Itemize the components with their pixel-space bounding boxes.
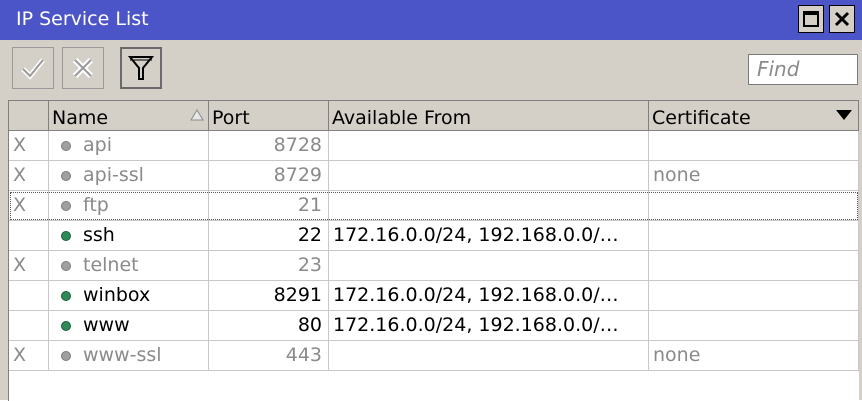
flag-cell: X xyxy=(9,161,49,191)
flag-cell: X xyxy=(9,191,49,221)
name-cell: www xyxy=(49,311,209,341)
available-from-cell xyxy=(329,131,649,161)
chevron-down-icon[interactable] xyxy=(836,110,852,120)
flag-cell: X xyxy=(9,341,49,371)
close-icon xyxy=(834,11,850,27)
port-cell: 443 xyxy=(209,341,329,371)
available-from-cell xyxy=(329,251,649,281)
maximize-icon xyxy=(803,11,819,27)
available-from-cell: 172.16.0.0/24, 192.168.0.0/… xyxy=(329,281,649,311)
enable-button[interactable] xyxy=(12,47,54,89)
service-table: Name Port Available From Certificate Xap… xyxy=(8,100,859,401)
status-dot-icon xyxy=(61,231,71,241)
port-cell: 8729 xyxy=(209,161,329,191)
certificate-cell xyxy=(649,191,859,221)
status-dot-icon xyxy=(61,171,71,181)
header-name[interactable]: Name xyxy=(49,101,209,131)
cross-icon xyxy=(72,57,94,79)
certificate-cell xyxy=(649,311,859,341)
certificate-cell: none xyxy=(649,161,859,191)
toolbar: Find xyxy=(0,40,862,97)
ip-service-list-window: IP Service List Find Name Port Available… xyxy=(0,0,862,401)
port-cell: 80 xyxy=(209,311,329,341)
port-cell: 22 xyxy=(209,221,329,251)
table-row[interactable]: Xapi-ssl 8729 none xyxy=(9,161,859,191)
flag-cell xyxy=(9,311,49,341)
name-cell: api xyxy=(49,131,209,161)
name-cell: ssh xyxy=(49,221,209,251)
name-cell: www-ssl xyxy=(49,341,209,371)
flag-cell xyxy=(9,281,49,311)
table-row[interactable]: winbox 8291 172.16.0.0/24, 192.168.0.0/… xyxy=(9,281,859,311)
name-cell: ftp xyxy=(49,191,209,221)
status-dot-icon xyxy=(61,261,71,271)
header-name-label: Name xyxy=(52,107,109,129)
status-dot-icon xyxy=(61,321,71,331)
port-cell: 8728 xyxy=(209,131,329,161)
service-name: www-ssl xyxy=(83,344,162,366)
available-from-cell xyxy=(329,161,649,191)
certificate-cell xyxy=(649,281,859,311)
header-available-from[interactable]: Available From xyxy=(329,101,649,131)
close-button[interactable] xyxy=(829,5,855,33)
header-port[interactable]: Port xyxy=(209,101,329,131)
name-cell: api-ssl xyxy=(49,161,209,191)
header-certificate-label: Certificate xyxy=(652,107,751,129)
name-cell: telnet xyxy=(49,251,209,281)
table-row[interactable]: Xapi 8728 xyxy=(9,131,859,161)
status-dot-icon xyxy=(61,291,71,301)
available-from-cell xyxy=(329,341,649,371)
available-from-cell xyxy=(329,191,649,221)
certificate-cell: none xyxy=(649,341,859,371)
title-bar[interactable]: IP Service List xyxy=(0,0,862,40)
check-icon xyxy=(21,58,45,80)
filter-icon xyxy=(128,56,154,80)
available-from-cell: 172.16.0.0/24, 192.168.0.0/… xyxy=(329,221,649,251)
service-name: ssh xyxy=(83,224,115,246)
certificate-cell xyxy=(649,251,859,281)
port-cell: 23 xyxy=(209,251,329,281)
certificate-cell xyxy=(649,221,859,251)
filter-button[interactable] xyxy=(120,47,162,89)
maximize-button[interactable] xyxy=(798,5,824,33)
service-name: www xyxy=(83,314,130,336)
find-input[interactable]: Find xyxy=(748,54,858,85)
table-row[interactable]: Xftp 21 xyxy=(9,191,859,221)
flag-cell xyxy=(9,221,49,251)
service-name: winbox xyxy=(83,284,151,306)
service-name: ftp xyxy=(83,194,109,216)
header-flag[interactable] xyxy=(9,101,49,131)
port-cell: 21 xyxy=(209,191,329,221)
header-available-from-label: Available From xyxy=(332,107,472,129)
table-row[interactable]: Xwww-ssl 443 none xyxy=(9,341,859,371)
status-dot-icon xyxy=(61,201,71,211)
name-cell: winbox xyxy=(49,281,209,311)
header-port-label: Port xyxy=(212,107,250,129)
table-row[interactable]: www 80 172.16.0.0/24, 192.168.0.0/… xyxy=(9,311,859,341)
available-from-cell: 172.16.0.0/24, 192.168.0.0/… xyxy=(329,311,649,341)
status-dot-icon xyxy=(61,141,71,151)
flag-cell: X xyxy=(9,131,49,161)
flag-cell: X xyxy=(9,251,49,281)
table-row[interactable]: Xtelnet 23 xyxy=(9,251,859,281)
table-row[interactable]: ssh 22 172.16.0.0/24, 192.168.0.0/… xyxy=(9,221,859,251)
service-name: api-ssl xyxy=(83,164,144,186)
status-dot-icon xyxy=(61,351,71,361)
certificate-cell xyxy=(649,131,859,161)
disable-button[interactable] xyxy=(62,47,104,89)
header-certificate[interactable]: Certificate xyxy=(649,101,859,131)
service-name: telnet xyxy=(83,254,139,276)
sort-asc-icon xyxy=(190,109,204,121)
window-title: IP Service List xyxy=(16,8,149,30)
service-name: api xyxy=(83,134,112,156)
port-cell: 8291 xyxy=(209,281,329,311)
